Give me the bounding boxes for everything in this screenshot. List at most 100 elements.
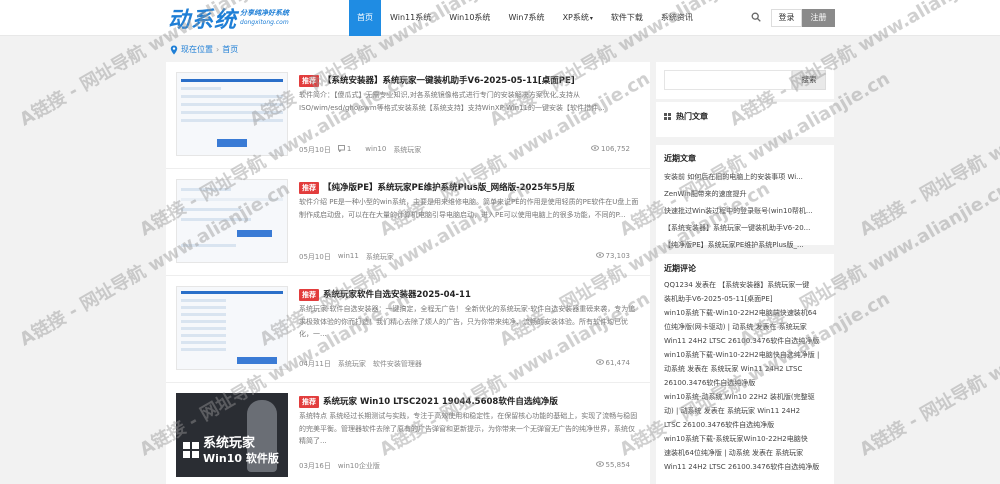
comment-line[interactable]: QQ1234 发表在 【系统安装器】系统玩家一键 [656, 278, 834, 292]
recent-post-link[interactable]: 快速批过Win装过程中的登录账号(win10帮机... [656, 203, 834, 220]
thumb-line [181, 218, 251, 221]
post-category[interactable]: win11 [338, 252, 359, 262]
thumb-line [181, 327, 226, 330]
comment-line[interactable]: 26100.3476软件自选纯净版 [656, 376, 834, 390]
grid-icon [664, 113, 671, 120]
post-thumbnail[interactable]: 系统玩家 Win10 软件版 [176, 393, 288, 477]
post-category[interactable]: win10 [365, 145, 386, 155]
post-item: 系统玩家 Win10 软件版 推荐 系统玩家 Win10 LTSC2021 190… [166, 383, 650, 484]
view-count-value: 55,854 [605, 461, 631, 469]
location-pin-icon [170, 45, 178, 54]
breadcrumb-separator: › [216, 45, 220, 54]
thumb-line [181, 334, 226, 337]
logo-sub: 分享纯净好系统 dongxitong.com [240, 9, 289, 27]
sidebar-search: 搜索 [656, 62, 834, 99]
post-thumbnail[interactable] [176, 179, 288, 263]
nav-news[interactable]: 系统资讯 [652, 0, 702, 36]
post-excerpt: 系统特点 系统经过长期测试与实践，专注于高效使用和稳定性，在保留核心功能的基础上… [299, 412, 638, 445]
thumb-line [181, 348, 226, 351]
login-button[interactable]: 登录 [771, 9, 802, 27]
recommend-badge: 推荐 [299, 396, 319, 408]
view-count-value: 106,752 [601, 145, 630, 153]
thumb-line [181, 320, 226, 323]
thumb-line [181, 198, 283, 201]
thumb-line [181, 103, 283, 106]
recent-post-link[interactable]: 安装前 如何后在旧的电脑上的安装事项 Wi... [656, 169, 834, 186]
breadcrumb-home-link[interactable]: 首页 [222, 44, 238, 55]
post-item: 推荐 【纯净版PE】系统玩家PE维护系统Plus版_网络版-2025年5月版 软件… [166, 169, 650, 276]
recent-post-link[interactable]: ZenWin配带来的速度提升 [656, 186, 834, 203]
nav-win11[interactable]: Win11系统 [381, 0, 440, 36]
nav-software[interactable]: 软件下载 [602, 0, 652, 36]
thumb-line [181, 188, 231, 191]
post-category[interactable]: 软件安装管理器 [373, 359, 422, 369]
recent-posts-title: 近期文章 [664, 154, 696, 163]
comment-line[interactable]: win10系统下载-Win10-22H2电脑端快速装机64 [656, 306, 834, 320]
post-thumbnail[interactable] [176, 72, 288, 156]
comment-line[interactable]: win10系统下载-系统玩家Win10-22H2电脑快 [656, 432, 834, 446]
comment-line[interactable]: win10系统-动系统 Win10 22H2 装机版(完整驱 [656, 390, 834, 404]
nav-win7[interactable]: Win7系统 [499, 0, 553, 36]
main-nav: 首页 Win11系统 Win10系统 Win7系统 XP系统▾ 软件下载 系统资… [349, 0, 702, 36]
view-count-value: 73,103 [605, 252, 631, 260]
comment-line[interactable]: win10系统下载-Win10-22H2电脑快自选纯净版 | [656, 348, 834, 362]
thumb-line [181, 306, 226, 309]
post-title[interactable]: 推荐 系统玩家 Win10 LTSC2021 19044.5608软件自选纯净版 [299, 395, 641, 408]
post-title[interactable]: 推荐 【系统安装器】系统玩家一键装机助手V6-2025-05-11[桌面PE] [299, 74, 641, 87]
post-title[interactable]: 推荐 系统玩家软件自选安装器2025-04-11 [299, 288, 641, 301]
thumb-line [181, 119, 283, 122]
post-title-text: 系统玩家软件自选安装器2025-04-11 [323, 290, 471, 300]
view-count: 73,103 [595, 252, 638, 262]
post-title-text: 【系统安装器】系统玩家一键装机助手V6-2025-05-11[桌面PE] [323, 76, 575, 86]
post-category[interactable]: 系统玩家 [393, 145, 421, 155]
post-title[interactable]: 推荐 【纯净版PE】系统玩家PE维护系统Plus版_网络版-2025年5月版 [299, 181, 641, 194]
watermark-text: A链接 - 网址导航 www.alianjie.cn [856, 288, 1000, 461]
sidebar-search-button[interactable]: 搜索 [792, 70, 826, 90]
comment-count[interactable]: 1 [337, 145, 358, 155]
thumb-line [181, 341, 226, 344]
thumb-line [181, 299, 226, 302]
comment-line[interactable]: 位纯净版(网卡驱动) | 动系统 发表在 系统玩家 [656, 320, 834, 334]
site-logo[interactable]: 动系统 分享纯净好系统 dongxitong.com [168, 4, 289, 33]
post-date: 05月10日 [299, 146, 331, 154]
breadcrumb-label: 现在位置 [181, 45, 213, 54]
thumb-titlebar [181, 79, 283, 82]
thumb-line [181, 244, 236, 247]
post-category[interactable]: 系统玩家 [338, 359, 366, 369]
nav-home[interactable]: 首页 [349, 0, 381, 36]
register-button[interactable]: 注册 [802, 9, 835, 27]
view-count-value: 61,474 [605, 359, 631, 367]
post-date: 05月10日 [299, 253, 331, 261]
site-header: 动系统 分享纯净好系统 dongxitong.com 首页 Win11系统 Wi… [0, 0, 1000, 36]
thumb-caption-line1: 系统玩家 [203, 436, 256, 451]
post-thumbnail[interactable] [176, 286, 288, 370]
comment-line[interactable]: 动系统 发表在 系统玩家 Win11 24H2 LTSC [656, 362, 834, 376]
comment-line[interactable]: Win11 24H2 LTSC 26100.3476软件自选纯净版 [656, 334, 834, 348]
thumb-line [181, 313, 226, 316]
view-count: 61,474 [595, 359, 638, 369]
sidebar-search-input[interactable] [664, 70, 792, 90]
comment-line[interactable]: LTSC 26100.3476软件自选纯净版 [656, 418, 834, 432]
comment-line[interactable]: 速装机64位纯净版 | 动系统 发表在 系统玩家 [656, 446, 834, 460]
search-icon[interactable] [751, 12, 761, 22]
hot-posts-widget: 热门文章 [656, 102, 834, 137]
view-count: 55,854 [595, 461, 638, 471]
recent-post-link[interactable]: 【纯净版PE】系统玩家PE维护系统Plus版_... [656, 237, 834, 254]
post-meta: 05月10日 win11 系统玩家 73,103 [299, 252, 637, 262]
post-date: 04月11日 [299, 360, 331, 368]
thumb-line [181, 208, 241, 211]
recommend-badge: 推荐 [299, 75, 319, 87]
post-item: 推荐 系统玩家软件自选安装器2025-04-11 系统玩家-软件自选安装器：一键搞… [166, 276, 650, 383]
thumb-line [181, 95, 283, 98]
nav-win10[interactable]: Win10系统 [440, 0, 499, 36]
post-category[interactable]: 系统玩家 [366, 252, 394, 262]
nav-xp[interactable]: XP系统▾ [554, 0, 602, 36]
recommend-badge: 推荐 [299, 182, 319, 194]
comment-line[interactable]: 动) | 动系统 发表在 系统玩家 Win11 24H2 [656, 404, 834, 418]
comment-line[interactable]: Win11 24H2 LTSC 26100.3476软件自选纯净版 [656, 460, 834, 474]
post-date: 03月16日 [299, 462, 331, 470]
post-category[interactable]: win10企业版 [338, 461, 380, 471]
post-title-text: 【纯净版PE】系统玩家PE维护系统Plus版_网络版-2025年5月版 [323, 183, 575, 193]
recent-post-link[interactable]: 【系统安装器】系统玩家一键装机助手V6-20... [656, 220, 834, 237]
comment-line[interactable]: 装机助手V6-2025-05-11[桌面PE] [656, 292, 834, 306]
